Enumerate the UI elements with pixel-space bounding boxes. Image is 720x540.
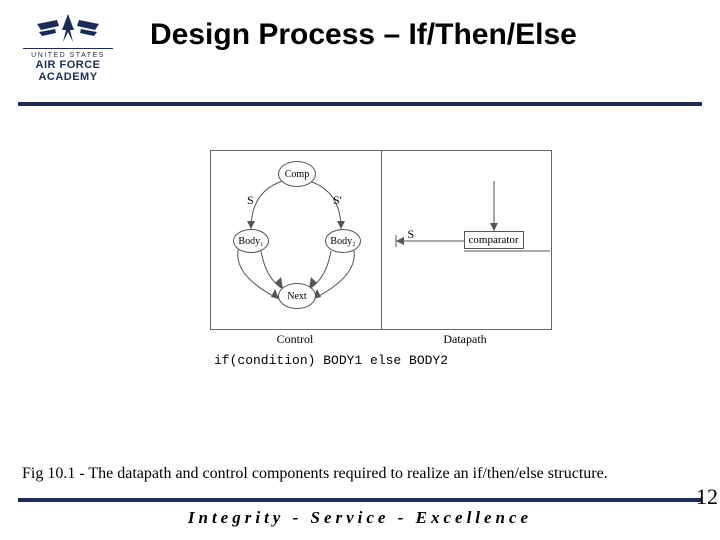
page-number: 12 <box>696 484 718 510</box>
signal-s: S <box>408 227 415 242</box>
datapath-label: Datapath <box>380 332 550 347</box>
edge-label-sbar: S' <box>333 193 342 208</box>
title-rule <box>18 102 702 106</box>
node-next: Next <box>278 283 316 309</box>
panel-names: Control Datapath <box>210 330 550 347</box>
footer-rule <box>18 498 702 502</box>
figure-caption: Fig 10.1 - The datapath and control comp… <box>22 464 682 484</box>
af-wings-icon <box>33 12 103 46</box>
slide-title: Design Process – If/Then/Else <box>150 18 700 52</box>
datapath-panel: comparator S <box>381 151 552 329</box>
footer-text: Integrity - Service - Excellence <box>0 508 720 528</box>
logo-line-3: ACADEMY <box>18 71 118 83</box>
logo-line-1: UNITED STATES <box>18 52 118 59</box>
edge-label-s: S <box>247 193 254 208</box>
logo-line-2: AIR FORCE <box>18 59 118 71</box>
node-body1: Body₁ <box>233 229 269 253</box>
figure: Comp Body₁ Body₂ Next S S' <box>210 150 550 368</box>
afa-logo: UNITED STATES AIR FORCE ACADEMY <box>18 12 118 83</box>
control-panel: Comp Body₁ Body₂ Next S S' <box>211 151 381 329</box>
header: UNITED STATES AIR FORCE ACADEMY Design P… <box>0 0 720 110</box>
node-body2: Body₂ <box>325 229 361 253</box>
code-line: if(condition) BODY1 else BODY2 <box>210 353 550 368</box>
control-label: Control <box>210 332 380 347</box>
diagram-box: Comp Body₁ Body₂ Next S S' <box>210 150 552 330</box>
comparator-box: comparator <box>464 231 524 249</box>
node-comp: Comp <box>278 161 316 187</box>
